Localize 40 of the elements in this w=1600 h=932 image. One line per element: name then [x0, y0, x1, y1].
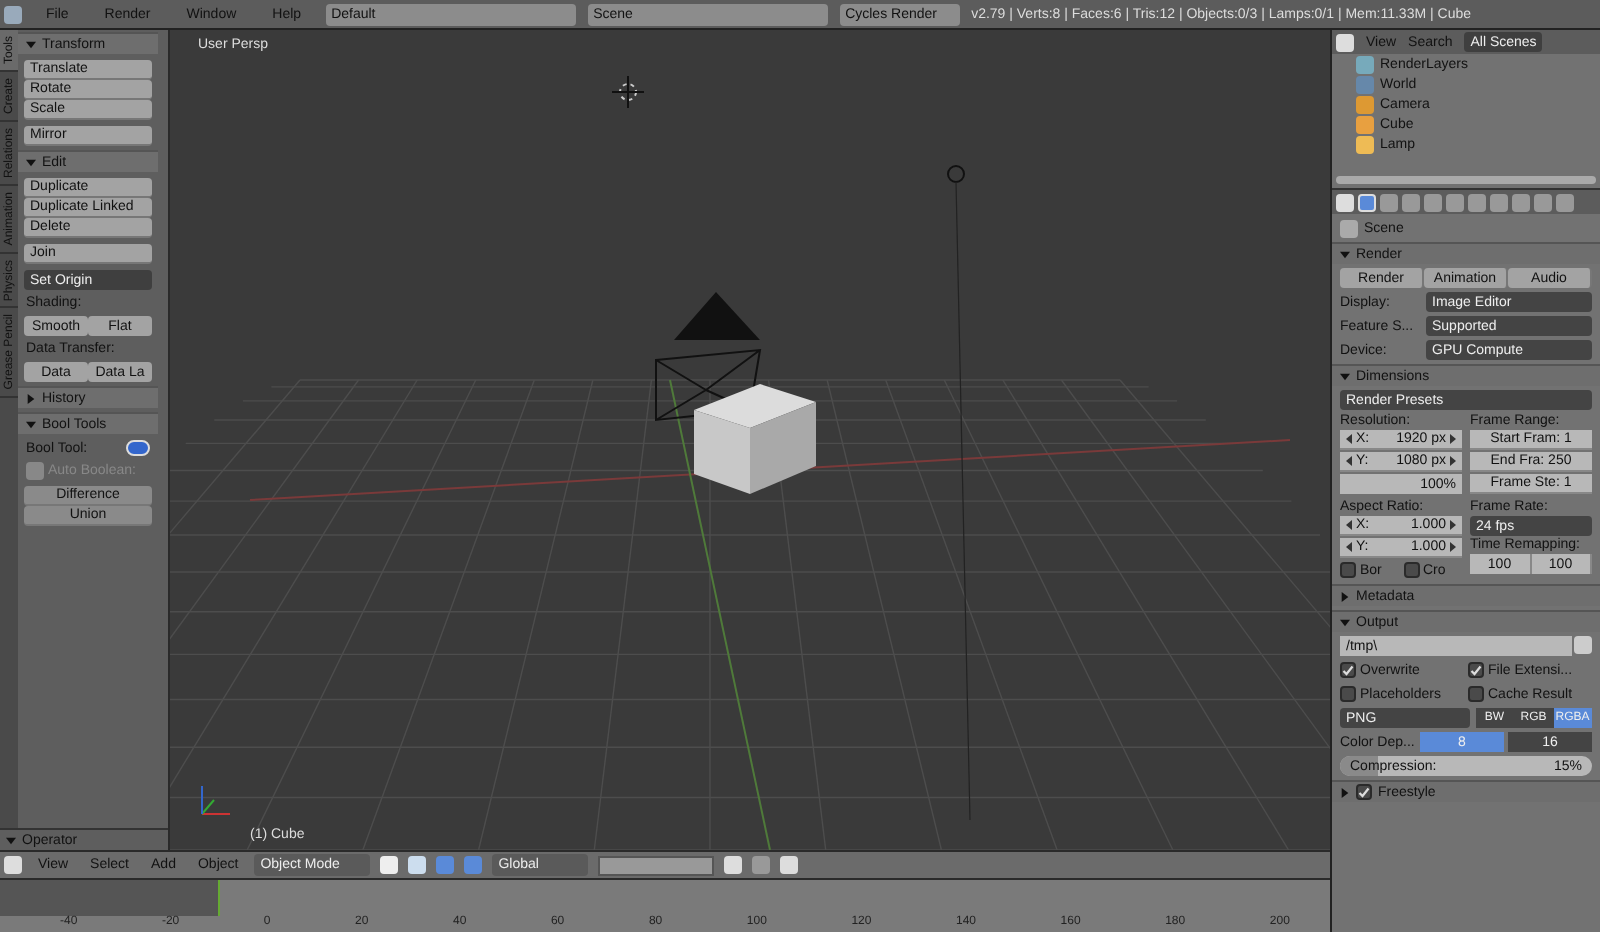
checkbox[interactable] [1340, 662, 1356, 678]
expanded-triangle-icon[interactable] [26, 419, 36, 429]
properties-tab[interactable] [1402, 193, 1420, 211]
properties-tab[interactable] [1468, 193, 1486, 211]
properties-tab[interactable] [1424, 193, 1442, 211]
checkbox[interactable] [1340, 562, 1356, 578]
properties-tab[interactable] [1446, 193, 1464, 211]
checkbox[interactable] [1403, 562, 1419, 578]
axis-gizmo-icon [201, 785, 231, 815]
camera-drawing [655, 292, 762, 421]
collapsed-triangle-icon[interactable] [1340, 787, 1350, 797]
collapsed-triangle-icon[interactable] [1340, 591, 1350, 601]
cube-drawing [694, 384, 816, 494]
collapsed-triangle-icon[interactable] [26, 393, 36, 403]
decrement-arrow-icon[interactable] [1346, 520, 1352, 530]
increment-arrow-icon[interactable] [1450, 434, 1456, 444]
decrement-arrow-icon[interactable] [1346, 456, 1352, 466]
checkbox[interactable] [1356, 784, 1372, 800]
3d-cursor-icon [611, 75, 645, 109]
increment-arrow-icon[interactable] [1450, 520, 1456, 530]
checkbox[interactable] [1468, 662, 1484, 678]
increment-arrow-icon[interactable] [1450, 542, 1456, 552]
expanded-triangle-icon[interactable] [1340, 371, 1350, 381]
decrement-arrow-icon[interactable] [1346, 542, 1352, 552]
checkbox[interactable] [1468, 686, 1484, 702]
expanded-triangle-icon[interactable] [26, 157, 36, 167]
properties-tab[interactable] [1490, 193, 1508, 211]
decrement-arrow-icon[interactable] [1346, 434, 1352, 444]
increment-arrow-icon[interactable] [1450, 456, 1456, 466]
properties-tab[interactable] [1556, 193, 1574, 211]
properties-tab[interactable] [1380, 193, 1398, 211]
properties-tab[interactable] [1358, 193, 1376, 211]
properties-tab[interactable] [1534, 193, 1552, 211]
expanded-triangle-icon[interactable] [1340, 249, 1350, 259]
expanded-triangle-icon[interactable] [1340, 617, 1350, 627]
scrollbar[interactable] [1336, 176, 1596, 184]
expanded-triangle-icon[interactable] [26, 39, 36, 49]
properties-tab[interactable] [1512, 193, 1530, 211]
checkbox[interactable] [1340, 686, 1356, 702]
expanded-triangle-icon[interactable] [6, 835, 16, 845]
